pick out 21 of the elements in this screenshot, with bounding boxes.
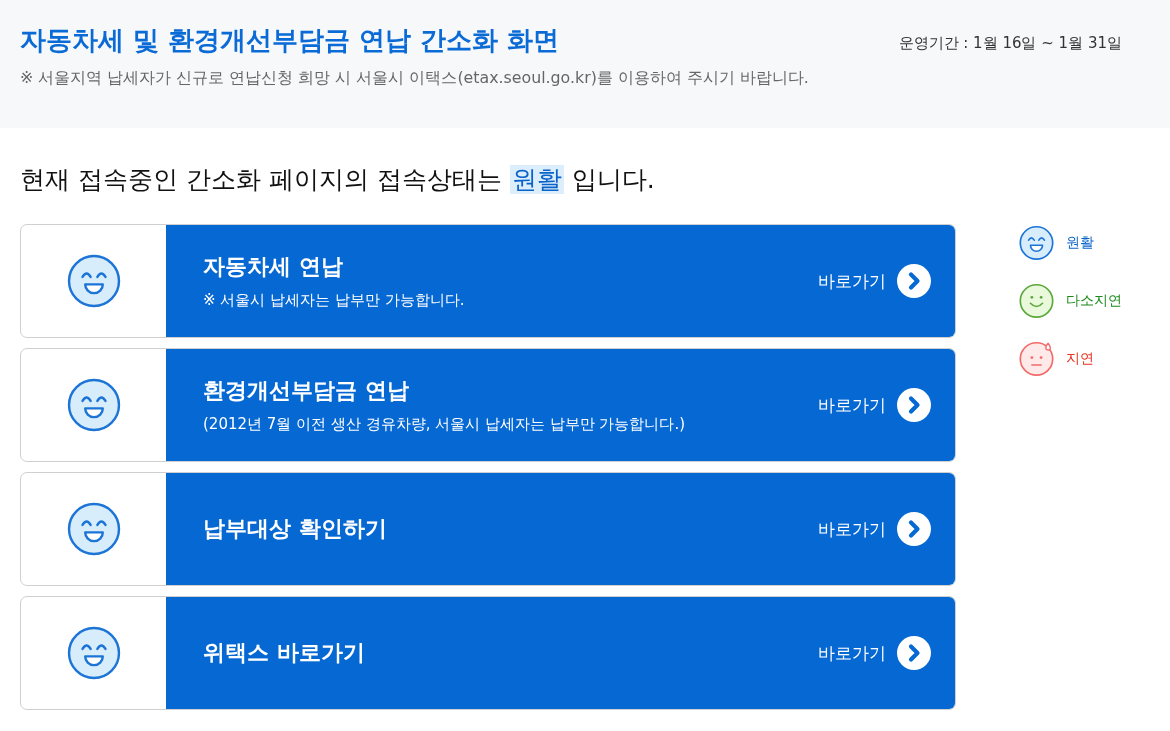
chevron-right-icon xyxy=(897,512,931,546)
service-title: 납부대상 확인하기 xyxy=(203,515,387,543)
service-note: (2012년 7월 이전 생산 경유차량, 서울시 납세자는 납부만 가능합니다.) xyxy=(203,414,686,434)
notice-text: ※ 서울지역 납세자가 신규로 연납신청 희망 시 서울시 이택스(etax.seoul.go.kr)를 이용하여 주시기 바랍니다. xyxy=(20,68,810,88)
shortcut-link[interactable]: 바로가기 xyxy=(818,636,931,670)
shortcut-link[interactable]: 바로가기 xyxy=(818,264,931,298)
status-message: 현재 접속중인 간소화 페이지의 접속상태는 원활 입니다. xyxy=(20,164,656,196)
chevron-right-icon xyxy=(897,636,931,670)
shortcut-link[interactable]: 바로가기 xyxy=(818,512,931,546)
service-title: 환경개선부담금 연납 xyxy=(203,377,410,405)
legend-label: 지연 xyxy=(1066,349,1094,368)
page-title: 자동차세 및 환경개선부담금 연납 간소화 화면 xyxy=(20,24,560,57)
service-note: ※ 서울시 납세자는 납부만 가능합니다. xyxy=(203,290,465,310)
chevron-right-icon xyxy=(897,388,931,422)
operating-period: 운영기간 : 1월 16일 ~ 1월 31일 xyxy=(898,33,1122,53)
legend-label: 원활 xyxy=(1066,233,1094,252)
legend-label: 다소지연 xyxy=(1066,291,1122,310)
service-title: 자동차세 연납 xyxy=(203,253,344,281)
service-title: 위택스 바로가기 xyxy=(203,639,365,667)
chevron-right-icon xyxy=(897,264,931,298)
shortcut-link[interactable]: 바로가기 xyxy=(818,388,931,422)
